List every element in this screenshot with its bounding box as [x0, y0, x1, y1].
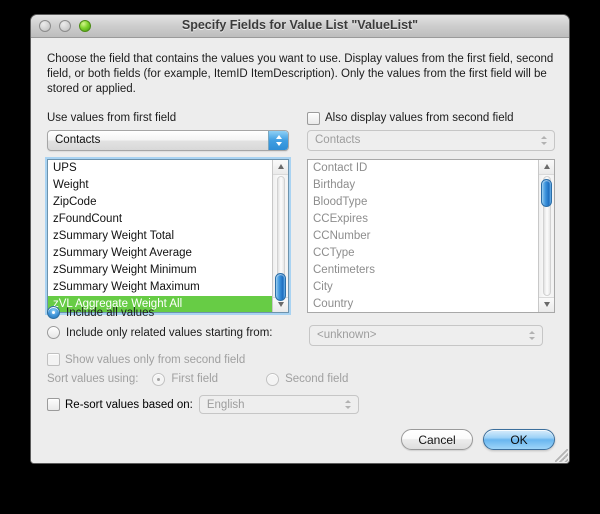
list-item[interactable]: Contact ID — [308, 160, 538, 177]
include-all-values-radio[interactable] — [47, 306, 60, 320]
include-all-values-row[interactable]: Include all values — [47, 303, 563, 323]
resort-language-popup[interactable]: English — [198, 395, 359, 415]
window-title: Specify Fields for Value List "ValueList… — [181, 18, 419, 32]
sort-first-field-label: First field — [171, 373, 219, 386]
window-titlebar[interactable]: Specify Fields for Value List "ValueList… — [31, 15, 569, 38]
specify-fields-dialog: Specify Fields for Value List "ValueList… — [30, 14, 570, 464]
show-values-second-field-checkbox[interactable] — [47, 353, 60, 367]
instructions-text: Choose the field that contains the value… — [47, 53, 554, 96]
list-item[interactable]: BloodType — [308, 194, 538, 211]
chevron-down-icon — [275, 141, 282, 146]
popup-arrows-icon — [268, 130, 288, 150]
cancel-button[interactable]: Cancel — [401, 429, 473, 450]
list-item[interactable]: CCType — [308, 245, 538, 262]
sort-first-field-radio[interactable] — [152, 372, 166, 386]
list-item[interactable]: ZipCode — [48, 194, 272, 211]
first-field-scrollbar[interactable] — [272, 159, 288, 312]
sort-second-field-radio[interactable] — [266, 372, 280, 386]
chevron-down-icon — [541, 141, 547, 145]
include-all-values-label: Include all values — [66, 306, 155, 319]
chevron-up-icon — [275, 134, 282, 139]
dialog-buttons: Cancel OK — [401, 429, 555, 450]
list-item[interactable]: zSummary Weight Average — [48, 245, 272, 262]
list-item[interactable]: Birthday — [308, 177, 538, 194]
triangle-up-icon — [277, 164, 284, 170]
first-field-table-popup[interactable]: Contacts — [47, 129, 289, 151]
chevron-up-icon — [541, 135, 547, 139]
sort-first-field-option[interactable]: First field — [152, 372, 219, 386]
list-item[interactable]: City — [308, 279, 538, 296]
resort-label: Re-sort values based on: — [65, 398, 193, 411]
chevron-down-icon — [344, 406, 351, 410]
second-field-checkbox-label: Also display values from second field — [325, 112, 514, 125]
second-field-table-popup[interactable]: Contacts — [307, 129, 555, 151]
list-item[interactable]: Weight — [48, 177, 272, 194]
second-field-rows: Contact ID Birthday BloodType CCExpires … — [308, 160, 538, 312]
list-item[interactable]: zSummary Weight Total — [48, 228, 272, 245]
second-field-column: Also display values from second field Co… — [307, 111, 555, 313]
show-values-second-field-row[interactable]: Show values only from second field — [47, 350, 563, 370]
list-item[interactable]: CCExpires — [308, 211, 538, 228]
include-related-values-label: Include only related values starting fro… — [66, 326, 273, 339]
list-item[interactable]: Centimeters — [308, 262, 538, 279]
sort-values-row: Sort values using: First field Second fi… — [47, 370, 563, 389]
resort-language-value: English — [206, 398, 245, 411]
chevron-up-icon — [529, 330, 535, 334]
include-related-values-row[interactable]: Include only related values starting fro… — [47, 323, 563, 346]
popup-arrows-icon — [534, 131, 554, 150]
triangle-up-icon — [543, 164, 550, 170]
resort-checkbox[interactable] — [47, 398, 60, 412]
first-field-column: Use values from first field Contacts UPS… — [45, 111, 291, 315]
resize-handle[interactable] — [555, 449, 568, 462]
list-item[interactable]: zSummary Weight Maximum — [48, 279, 272, 296]
second-field-list[interactable]: Contact ID Birthday BloodType CCExpires … — [307, 158, 555, 313]
list-item[interactable]: zSummary Weight Minimum — [48, 262, 272, 279]
list-item[interactable]: UPS — [48, 160, 272, 177]
scroll-up-button[interactable] — [539, 159, 554, 175]
second-field-scrollbar[interactable] — [538, 159, 554, 312]
include-related-values-radio[interactable] — [47, 326, 60, 340]
list-item[interactable]: CCNumber — [308, 228, 538, 245]
sort-second-field-option[interactable]: Second field — [266, 372, 349, 386]
first-field-label: Use values from first field — [47, 112, 177, 125]
first-field-table-value: Contacts — [55, 134, 101, 147]
chevron-down-icon — [529, 336, 535, 340]
ok-button[interactable]: OK — [483, 429, 555, 450]
second-field-table-value: Contacts — [315, 134, 361, 147]
popup-arrows-icon — [338, 396, 358, 413]
sort-values-label: Sort values using: — [47, 373, 139, 386]
scrollbar-thumb[interactable] — [275, 272, 286, 301]
related-table-value: <unknown> — [317, 329, 377, 342]
scroll-up-button[interactable] — [273, 159, 288, 175]
options-section: Include all values Include only related … — [47, 303, 563, 415]
first-field-list[interactable]: UPS Weight ZipCode zFoundCount zSummary … — [45, 156, 291, 315]
related-table-popup[interactable]: <unknown> — [309, 324, 543, 346]
second-field-checkbox-row[interactable]: Also display values from second field — [307, 111, 555, 126]
popup-arrows-icon — [522, 326, 542, 345]
list-item[interactable]: zFoundCount — [48, 211, 272, 228]
second-field-checkbox[interactable] — [307, 111, 320, 125]
dialog-content: Choose the field that contains the value… — [31, 38, 569, 463]
sort-second-field-label: Second field — [285, 373, 349, 386]
resort-row[interactable]: Re-sort values based on: English — [47, 395, 563, 415]
first-field-rows: UPS Weight ZipCode zFoundCount zSummary … — [48, 160, 272, 312]
chevron-up-icon — [344, 400, 351, 404]
show-values-second-field-label: Show values only from second field — [65, 353, 246, 366]
scrollbar-thumb[interactable] — [541, 178, 552, 207]
